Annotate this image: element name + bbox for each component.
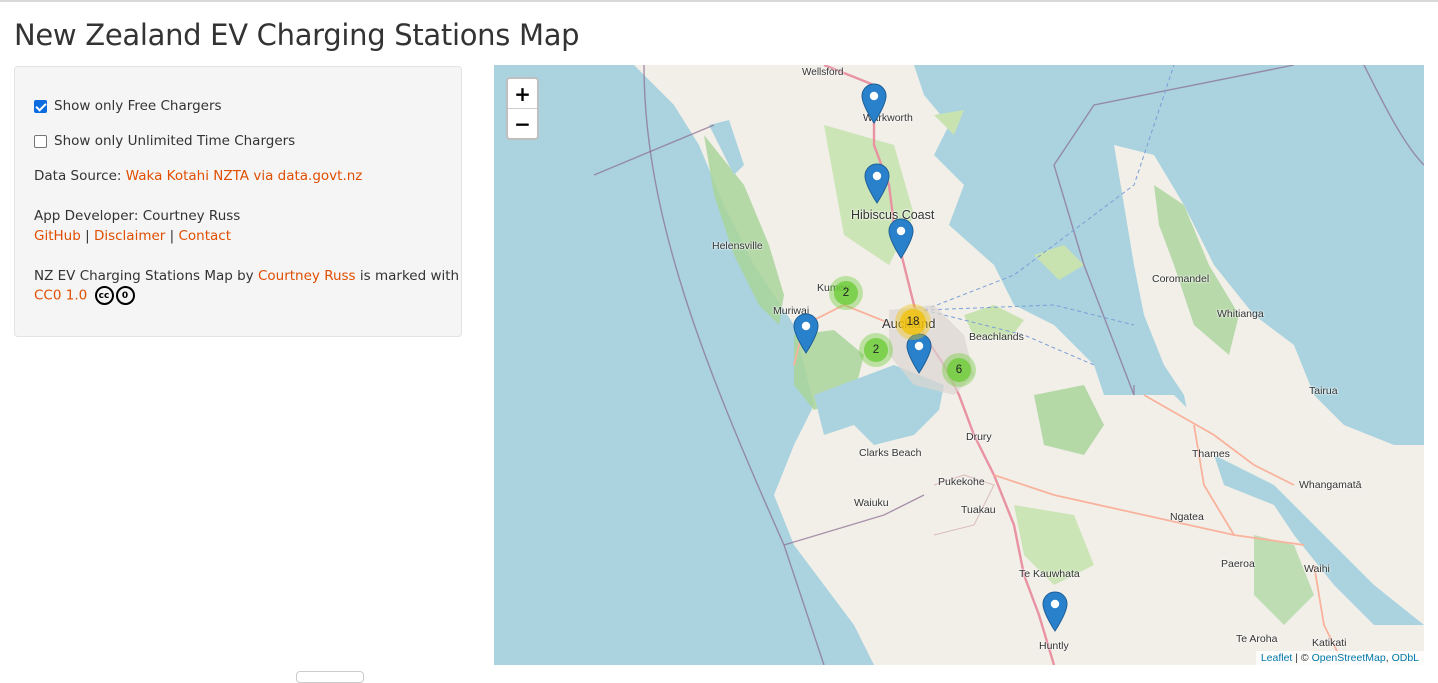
cluster-count: 6 [947,358,971,382]
place-label: Te Kauwhata [1019,568,1080,580]
zoom-control[interactable]: + − [506,77,539,140]
github-link[interactable]: GitHub [34,228,81,244]
place-label: Waiuku [854,497,889,509]
charger-marker-pin-icon[interactable] [1042,591,1068,632]
charger-cluster[interactable]: 18 [895,304,931,340]
place-label: Katikati [1312,637,1347,649]
place-label: Waihi [1304,563,1330,575]
disclaimer-link[interactable]: Disclaimer [94,228,165,244]
map-attribution: Leaflet | © OpenStreetMap, ODbL [1255,651,1424,665]
place-label: Drury [966,431,992,443]
charger-marker-pin-icon[interactable] [861,83,887,124]
license-line: CC0 1.0 cc 0 [34,286,135,305]
data-source-link[interactable]: Waka Kotahi NZTA via data.govt.nz [126,168,363,184]
free-chargers-checkbox[interactable] [34,99,47,113]
unlimited-time-filter[interactable]: Show only Unlimited Time Chargers [34,133,295,149]
cluster-count: 18 [900,309,926,335]
charger-marker-pin-icon[interactable] [888,218,914,259]
place-label: Helensville [712,240,763,252]
zoom-in-button[interactable]: + [508,79,537,108]
sidebar-panel: Show only Free Chargers Show only Unlimi… [14,66,462,337]
place-label: Thames [1192,448,1230,460]
place-label: Te Aroha [1236,633,1278,645]
charger-marker-pin-icon[interactable] [793,313,819,354]
place-label: Whitianga [1217,308,1264,320]
place-label: Pukekohe [938,476,985,488]
link-separator: | [85,228,90,244]
maritime-boundary [1053,65,1295,166]
charger-cluster[interactable]: 6 [942,353,976,387]
bottom-button[interactable] [296,671,364,683]
top-rule [0,0,1438,2]
attribution-separator: | © [1295,652,1309,664]
place-label: Clarks Beach [859,447,922,459]
place-label: Huntly [1039,640,1069,652]
data-source-prefix: Data Source: [34,168,122,184]
free-chargers-label[interactable]: Show only Free Chargers [54,98,222,114]
data-source: Data Source: Waka Kotahi NZTA via data.g… [34,168,362,184]
charger-marker-pin-icon[interactable] [864,163,890,204]
unlimited-time-label[interactable]: Show only Unlimited Time Chargers [54,133,295,149]
place-label: Wellsford [802,67,844,78]
leaflet-link[interactable]: Leaflet [1261,652,1293,664]
maritime-boundary [593,124,715,176]
map-container[interactable]: Wellsford Warkworth Hibiscus Coast Helensvi… [494,65,1424,665]
place-label: Whangamatā [1299,479,1362,491]
link-separator: | [169,228,175,244]
developer-credit: App Developer: Courtney Russ [34,208,241,224]
place-label: Beachlands [969,331,1024,343]
osm-link[interactable]: OpenStreetMap [1312,652,1386,664]
license-statement: NZ EV Charging Stations Map by Courtney … [34,268,459,284]
place-label: Paeroa [1221,558,1255,570]
author-link[interactable]: Courtney Russ [258,268,356,284]
unlimited-time-checkbox[interactable] [34,134,47,148]
cc-icon: cc [94,286,114,305]
odbl-link[interactable]: ODbL [1392,652,1419,664]
cluster-count: 2 [864,338,888,362]
license-icons: cc 0 [94,286,135,305]
zoom-out-button[interactable]: − [508,108,537,138]
charger-cluster[interactable]: 2 [859,333,893,367]
license-prefix: NZ EV Charging Stations Map by [34,268,254,284]
place-label: Coromandel [1152,273,1210,285]
charger-cluster[interactable]: 2 [829,276,863,310]
zero-icon: 0 [115,286,135,305]
maritime-boundary [1363,65,1424,166]
license-suffix: is marked with [359,268,460,284]
developer-links: GitHub | Disclaimer | Contact [34,228,231,244]
place-label: Tuakau [961,504,996,516]
page-title: New Zealand EV Charging Stations Map [14,18,580,52]
place-label: Ngatea [1170,511,1204,523]
place-label: Tairua [1309,385,1338,397]
contact-link[interactable]: Contact [179,228,232,244]
free-chargers-filter[interactable]: Show only Free Chargers [34,98,222,114]
land-island [1034,245,1084,280]
cluster-count: 2 [834,281,858,305]
cc0-link[interactable]: CC0 1.0 [34,288,87,304]
